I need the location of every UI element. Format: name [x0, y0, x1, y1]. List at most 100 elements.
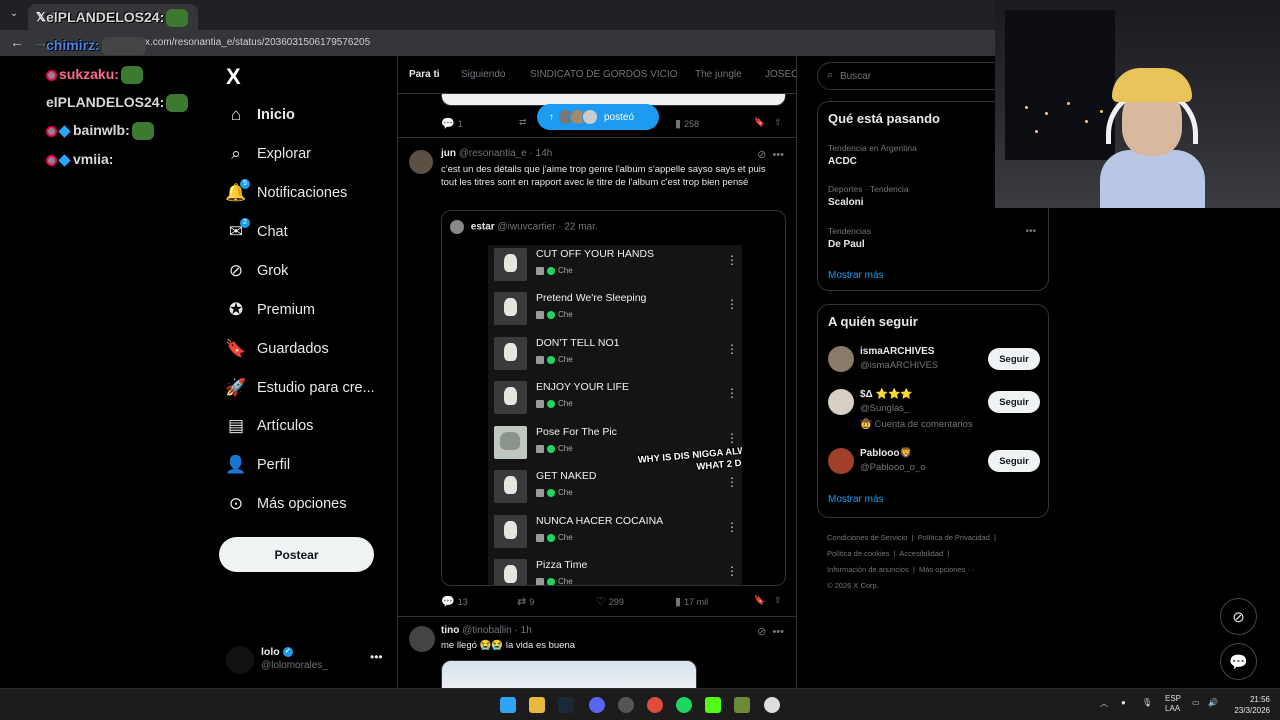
nav-item-inicio[interactable]: ⌂ Inicio [226, 101, 295, 129]
author-name[interactable]: tino [441, 625, 459, 636]
share-icon[interactable]: ⇧ [774, 595, 782, 606]
grok-icon[interactable]: ⊘ [757, 626, 766, 638]
reply-button[interactable]: 💬 13 [441, 595, 468, 608]
follow-button[interactable]: Seguir [988, 391, 1040, 413]
account-switcher[interactable]: lolo ✓ @lolomorales_ ••• [226, 642, 386, 676]
timeline-tabs: Para ti Siguiendo SINDICATO DE GORDOS VI… [398, 56, 796, 94]
footer-link[interactable]: Más opciones ··· [919, 565, 975, 574]
nav-item-guardados[interactable]: 🔖 Guardados [225, 335, 328, 363]
nav-item-artículos[interactable]: ▤ Artículos [226, 412, 313, 440]
footer-link[interactable]: Condiciones de Servicio [827, 533, 907, 542]
kick-icon[interactable] [705, 697, 721, 713]
grok-fab-icon[interactable]: ⊘ [1220, 598, 1257, 635]
avatar[interactable] [409, 150, 433, 174]
post-button[interactable]: Postear [219, 537, 374, 572]
views-button[interactable]: ▮ 258 [675, 117, 699, 130]
tab-para-ti[interactable]: Para ti [409, 69, 440, 80]
chat-fab-icon[interactable]: 💬 [1220, 643, 1257, 680]
avatar[interactable] [828, 389, 854, 415]
downloaded-icon [547, 533, 555, 542]
tab-list-2[interactable]: The jungle [695, 69, 742, 80]
footer-link[interactable]: Política de Privacidad [918, 533, 990, 542]
author-handle[interactable]: @resonantia_e [459, 148, 527, 159]
tweet-time[interactable]: 14h [536, 148, 553, 159]
nav-item-más-opciones[interactable]: ⊙ Más opciones [226, 490, 347, 518]
tab-list-1[interactable]: SINDICATO DE GORDOS VICIO [530, 69, 677, 80]
discord-icon[interactable] [589, 697, 605, 713]
reply-icon: 💬 [441, 596, 455, 608]
chrome-icon[interactable] [647, 697, 663, 713]
author-name[interactable]: jun [441, 148, 456, 159]
network-icon[interactable]: ▭ [1192, 698, 1200, 707]
song-artist: Che [558, 355, 573, 364]
footer-link[interactable]: Política de cookies [827, 549, 890, 558]
tweet-image[interactable] [441, 660, 697, 688]
grok-icon: ⊘ [228, 261, 244, 280]
avatar[interactable] [409, 626, 435, 652]
nav-item-perfil[interactable]: 👤 Perfil [225, 451, 290, 479]
tab-search-chevron-icon[interactable]: ⌄ [6, 6, 22, 22]
new-posts-pill[interactable]: ↑ posteó [537, 104, 659, 130]
mic-icon[interactable]: 🎙 [1142, 698, 1152, 707]
share-icon[interactable]: ⇧ [774, 117, 782, 128]
app-icon[interactable] [734, 697, 750, 713]
nav-item-premium[interactable]: ✪ Premium [226, 296, 315, 324]
webcam-overlay [995, 0, 1280, 208]
nav-item-chat[interactable]: ✉ 2 Chat [226, 218, 288, 246]
grok-icon[interactable]: ⊘ [757, 149, 766, 161]
follow-name[interactable]: Pablooo🦁 [860, 448, 912, 459]
tweet-time[interactable]: 1h [521, 625, 532, 636]
steam-icon[interactable] [558, 697, 574, 713]
trends-title: Qué está pasando [828, 111, 940, 126]
like-button[interactable]: ♡ 299 [596, 595, 624, 608]
quote-image[interactable]: CUT OFF YOUR HANDS Che ⋮ Pretend We're Slee… [488, 245, 742, 585]
follow-name[interactable]: ismaARCHIVES [860, 346, 934, 357]
back-arrow-icon[interactable]: ← [10, 34, 24, 50]
tab-siguiendo[interactable]: Siguiendo [461, 69, 505, 80]
app-icon[interactable] [764, 697, 780, 713]
tab-list-3[interactable]: JOSEO [765, 69, 796, 80]
chat-message: elPLANDELOS24: [46, 9, 189, 28]
url-text[interactable]: x.com/resonantia_e/status/20360315061795… [145, 37, 370, 48]
more-dots-icon[interactable]: ••• [1025, 226, 1036, 237]
bookmark-icon[interactable]: 🔖 [754, 595, 765, 606]
trend-name[interactable]: ACDC [828, 156, 857, 167]
views-button[interactable]: ▮ 17 mil [675, 595, 708, 608]
more-dots-icon[interactable]: ••• [772, 149, 784, 161]
quoted-tweet[interactable]: estar @iwuvcartier · 22 mar. CUT OFF YOU… [441, 210, 786, 586]
footer-link[interactable]: Información de anuncios [827, 565, 909, 574]
footer-link[interactable]: Accesibilidad [899, 549, 943, 558]
badge-icon [58, 125, 71, 138]
show-more-follow-link[interactable]: Mostrar más [828, 494, 884, 505]
clock[interactable]: 21:56 23/3/2026 [1224, 694, 1270, 716]
nav-item-explorar[interactable]: ⌕ Explorar [226, 140, 311, 168]
app-icon[interactable] [618, 697, 634, 713]
x-logo[interactable]: X [226, 64, 241, 90]
nav-item-grok[interactable]: ⊘ Grok [226, 257, 289, 285]
show-more-trends-link[interactable]: Mostrar más [828, 270, 884, 281]
more-dots-icon[interactable]: ••• [370, 650, 383, 664]
follow-name[interactable]: $Δ ⭐⭐⭐ [860, 389, 913, 400]
author-handle[interactable]: @tinoballin [462, 625, 512, 636]
avatar[interactable] [828, 346, 854, 372]
reply-button[interactable]: 💬 1 [441, 117, 463, 130]
avatar[interactable] [828, 448, 854, 474]
bookmark-icon[interactable]: 🔖 [754, 117, 765, 128]
downloaded-icon [547, 310, 555, 319]
nav-item-estudio-para-cre[interactable]: 🚀 Estudio para cre... [225, 374, 374, 402]
start-icon[interactable] [500, 697, 516, 713]
more-dots-icon[interactable]: ••• [772, 626, 784, 638]
trend-name[interactable]: De Paul [828, 239, 865, 250]
language-indicator[interactable]: ESP LAA [1165, 694, 1181, 714]
file-explorer-icon[interactable] [529, 697, 545, 713]
spotify-icon[interactable] [676, 697, 692, 713]
nav-item-notificaciones[interactable]: 🔔 5 Notificaciones [225, 179, 347, 207]
trend-name[interactable]: Scaloni [828, 197, 864, 208]
follow-button[interactable]: Seguir [988, 348, 1040, 370]
repost-button[interactable]: ⇄ 9 [517, 595, 534, 608]
volume-icon[interactable]: 🔊 [1208, 698, 1218, 707]
repost-icon[interactable]: ⇄ [519, 117, 527, 128]
tray-icon[interactable]: ● [1121, 698, 1126, 707]
chevron-up-icon[interactable]: ︿ [1100, 698, 1108, 709]
follow-button[interactable]: Seguir [988, 450, 1040, 472]
